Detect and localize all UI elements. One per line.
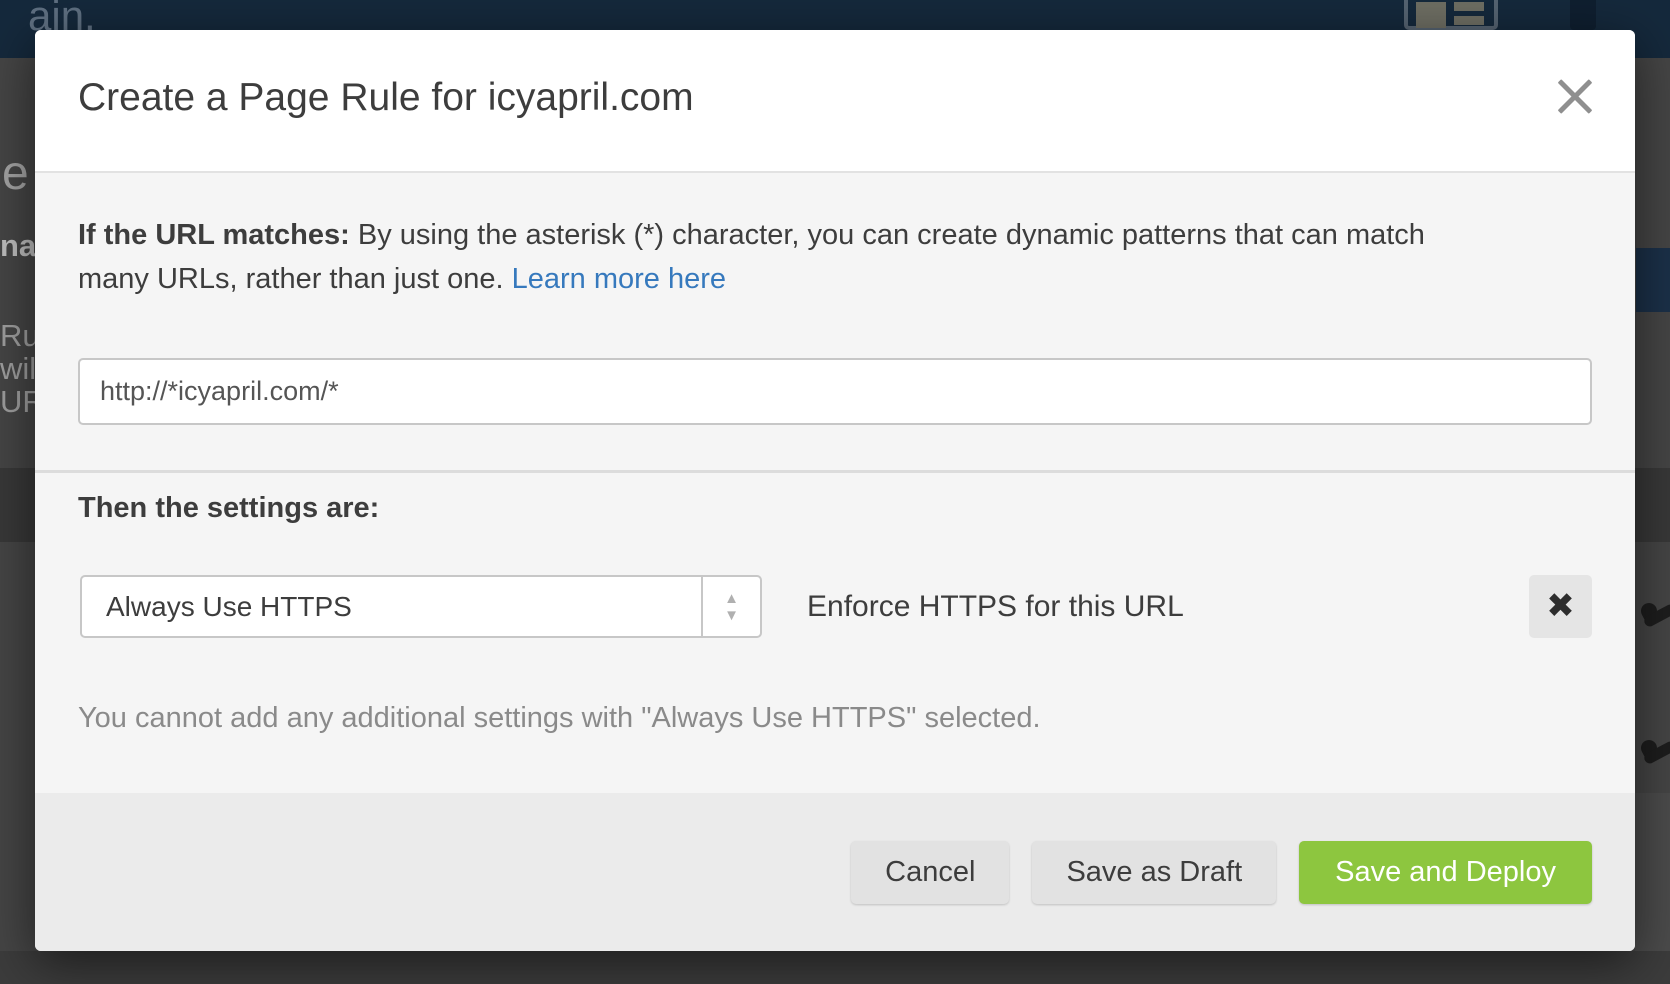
setting-note: You cannot add any additional settings w… xyxy=(78,702,1041,735)
layout-grid-icon xyxy=(1404,0,1498,30)
dimmed-table-header-band xyxy=(1635,468,1670,542)
dimmed-page-bottom xyxy=(0,951,1670,984)
delete-x-icon: ✖ xyxy=(1546,586,1575,626)
modal-header: Create a Page Rule for icyapril.com xyxy=(35,30,1635,173)
bg-text-fragment: nav xyxy=(0,228,35,264)
url-match-help-text: If the URL matches: By using the asteris… xyxy=(78,213,1478,301)
create-page-rule-modal: Create a Page Rule for icyapril.com If t… xyxy=(35,30,1635,951)
dimmed-row-band xyxy=(1635,793,1670,951)
bg-text-fragment: Ru xyxy=(0,318,35,354)
close-icon[interactable] xyxy=(1549,70,1601,122)
learn-more-link[interactable]: Learn more here xyxy=(512,263,726,295)
dimmed-table-header-band xyxy=(0,468,35,542)
chevron-up-icon: ▲ xyxy=(724,590,739,607)
section-divider xyxy=(35,470,1635,473)
setting-select[interactable]: Always Use HTTPS ▲ ▼ xyxy=(80,575,762,638)
setting-select-value: Always Use HTTPS xyxy=(82,591,701,623)
save-and-deploy-button[interactable]: Save and Deploy xyxy=(1299,841,1592,904)
chevron-down-icon: ▼ xyxy=(724,607,739,624)
wrench-icon xyxy=(1641,732,1670,772)
setting-description: Enforce HTTPS for this URL xyxy=(807,575,1184,638)
modal-title: Create a Page Rule for icyapril.com xyxy=(78,76,694,120)
bg-text-fragment: e xyxy=(2,146,37,201)
bg-text-fragment: UR xyxy=(0,384,35,420)
cancel-button[interactable]: Cancel xyxy=(851,841,1009,904)
stepper-arrows-icon: ▲ ▼ xyxy=(701,577,760,636)
save-as-draft-button[interactable]: Save as Draft xyxy=(1032,841,1276,904)
partial-navbar-icon xyxy=(1570,0,1596,30)
dimmed-blue-button-fragment xyxy=(1636,248,1670,312)
screen: ain. e nav Ru will UR Create a Page Rule… xyxy=(0,0,1670,984)
modal-footer: Cancel Save as Draft Save and Deploy xyxy=(35,793,1635,951)
url-match-label: If the URL matches: xyxy=(78,219,350,251)
wrench-icon xyxy=(1641,595,1670,635)
settings-heading: Then the settings are: xyxy=(78,492,379,525)
remove-setting-button[interactable]: ✖ xyxy=(1529,575,1592,638)
url-pattern-input[interactable] xyxy=(78,358,1592,425)
bg-text-fragment: will xyxy=(0,351,35,387)
